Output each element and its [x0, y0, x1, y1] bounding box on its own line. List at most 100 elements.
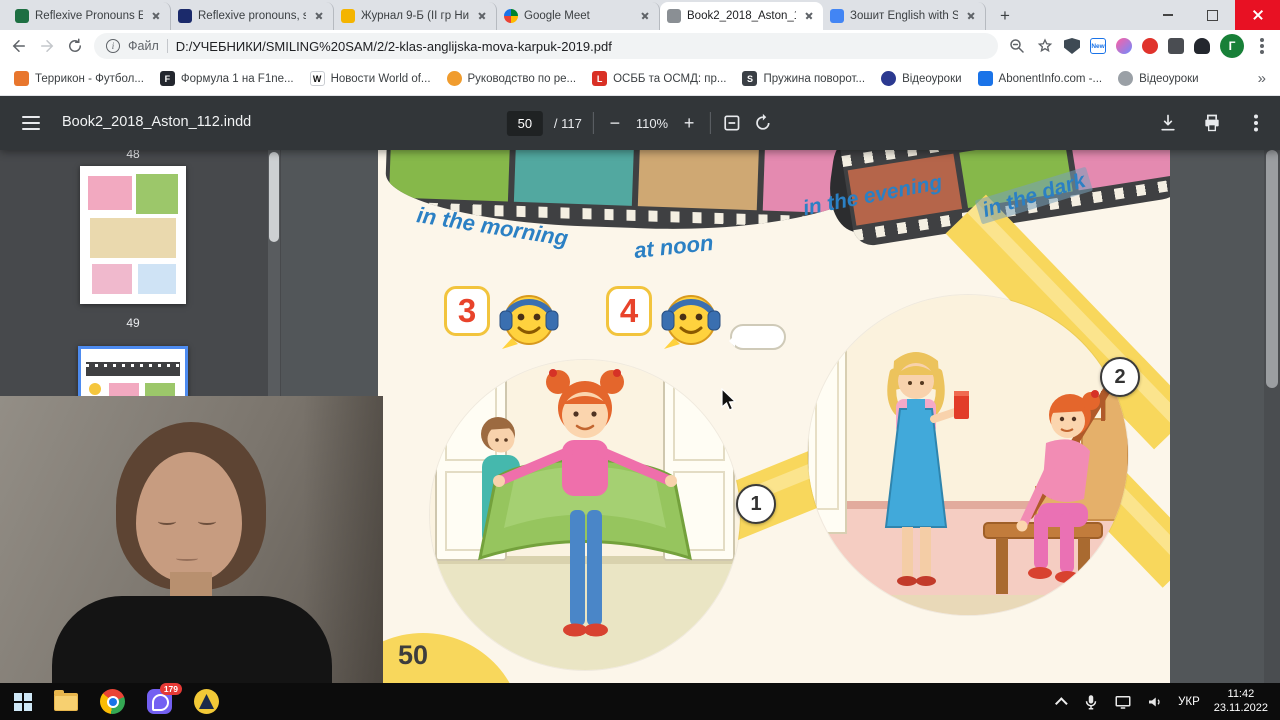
forward-icon[interactable]: [38, 37, 56, 55]
windows-taskbar: 179 УКР 11:42 23.11.2022: [0, 683, 1280, 720]
sidebar-scrollbar-thumb[interactable]: [269, 152, 279, 242]
yellow-app-icon[interactable]: [194, 689, 219, 714]
bookmark-item[interactable]: L ОСББ та ОСМД: пр...: [592, 71, 726, 86]
bookmark-item[interactable]: AbonentInfo.com -...: [977, 71, 1102, 86]
zoom-level-label[interactable]: 110%: [636, 116, 668, 131]
toolbar-divider: [592, 112, 594, 134]
bookmark-label: Відеоуроки: [1139, 72, 1199, 85]
bookmark-item[interactable]: W Новости World of...: [309, 71, 431, 86]
extensions-puzzle-icon[interactable]: [1168, 38, 1184, 54]
bookmarks-overflow-icon[interactable]: »: [1258, 70, 1266, 87]
chrome-icon[interactable]: [100, 689, 125, 714]
taskbar-clock[interactable]: 11:42 23.11.2022: [1214, 688, 1268, 716]
bookmark-label: Формула 1 на F1ne...: [180, 72, 294, 85]
back-icon[interactable]: [10, 37, 28, 55]
pdf-toolbar: Book2_2018_Aston_112.indd 50 / 117 − 110…: [0, 96, 1280, 150]
extension-new-icon[interactable]: New: [1090, 38, 1106, 54]
tab-close-icon[interactable]: [638, 9, 652, 23]
tab-close-icon[interactable]: [964, 9, 978, 23]
tab-close-icon[interactable]: [802, 9, 816, 23]
tab-label: Журнал 9-Б (ІІ гр Ни: [361, 10, 469, 22]
language-indicator[interactable]: УКР: [1178, 696, 1200, 708]
system-tray: УКР 11:42 23.11.2022: [1055, 688, 1280, 716]
zoom-out-button[interactable]: −: [605, 113, 625, 134]
bookmark-item[interactable]: S Пружина поворот...: [742, 71, 865, 86]
exercise-4-number: 4: [606, 286, 652, 336]
window-controls: [1145, 0, 1280, 30]
extension-shield-icon[interactable]: [1064, 38, 1080, 54]
network-icon[interactable]: [1114, 693, 1132, 711]
bookmarks-bar: Террикон - Футбол... F Формула 1 на F1ne.…: [0, 62, 1280, 96]
volume-icon[interactable]: [1146, 693, 1164, 711]
tab-strip: Reflexive Pronouns Ex Reflexive pronouns…: [0, 0, 1280, 30]
start-button[interactable]: [14, 692, 32, 711]
bookmark-star-icon[interactable]: [1036, 37, 1054, 55]
bookmark-favicon: L: [592, 71, 608, 86]
screen: Reflexive Pronouns Ex Reflexive pronouns…: [0, 0, 1280, 720]
extension-pink-icon[interactable]: [1116, 38, 1132, 54]
bookmark-label: Відеоуроки: [902, 72, 962, 85]
pdf-viewer: in the morning at noon in the evening in…: [281, 150, 1280, 683]
bookmark-label: Новости World of...: [330, 72, 431, 85]
browser-menu-icon[interactable]: [1260, 44, 1264, 48]
tab-book2-pdf-active[interactable]: Book2_2018_Aston_1: [660, 2, 823, 30]
window-close-button[interactable]: [1235, 0, 1280, 30]
toolbar-divider: [710, 112, 712, 134]
tab-reflexive-pronouns-ex[interactable]: Reflexive Pronouns Ex: [8, 2, 171, 30]
listening-smiley-icon: [499, 295, 559, 349]
tab-zoshyt-english[interactable]: Зошит English with S: [823, 2, 986, 30]
bookmark-item[interactable]: Відеоуроки: [1118, 71, 1199, 86]
new-tab-button[interactable]: +: [992, 3, 1018, 29]
taskbar-apps: 179: [0, 683, 219, 714]
notification-badge: 179: [159, 683, 182, 695]
pdf-scrollbar[interactable]: [1264, 150, 1280, 683]
url-scheme-label: Файл: [128, 39, 159, 53]
tab-close-icon[interactable]: [475, 9, 489, 23]
extension-person-icon[interactable]: [1194, 38, 1210, 54]
download-icon[interactable]: [1158, 113, 1178, 133]
tab-label: Google Meet: [524, 10, 590, 22]
tab-zhurnal[interactable]: Журнал 9-Б (ІІ гр Ни: [334, 2, 497, 30]
bookmark-favicon: [1118, 71, 1134, 86]
microphone-icon[interactable]: [1082, 693, 1100, 711]
tab-google-meet[interactable]: Google Meet: [497, 2, 660, 30]
messenger-app-icon[interactable]: 179: [147, 683, 182, 714]
webcam-person-body: [52, 596, 332, 683]
scene-2-girl-shoes-illustration: [808, 295, 1128, 615]
pdf-scrollbar-thumb[interactable]: [1266, 150, 1278, 388]
thumbnail-label-49: 49: [126, 316, 140, 330]
file-explorer-icon[interactable]: [54, 689, 78, 711]
window-maximize-button[interactable]: [1190, 0, 1235, 30]
page-number-input[interactable]: 50: [506, 110, 543, 136]
pdf-more-options-icon[interactable]: [1254, 121, 1258, 125]
tab-close-icon[interactable]: [312, 9, 326, 23]
tab-close-icon[interactable]: [149, 9, 163, 23]
extension-red-icon[interactable]: [1142, 38, 1158, 54]
tab-favicon: [15, 9, 29, 23]
reload-icon[interactable]: [66, 37, 84, 55]
zoom-in-button[interactable]: +: [679, 113, 699, 134]
url-field[interactable]: i Файл D:/УЧЕБНИКИ/SMILING%20SAM/2/2-kla…: [94, 33, 998, 59]
bookmark-label: Террикон - Футбол...: [35, 72, 144, 85]
window-minimize-button[interactable]: [1145, 0, 1190, 30]
pdf-menu-icon[interactable]: [22, 116, 40, 130]
bookmark-item[interactable]: Террикон - Футбол...: [14, 71, 144, 86]
print-icon[interactable]: [1202, 113, 1222, 133]
bookmark-item[interactable]: Руководство по ре...: [446, 71, 576, 86]
zoom-indicator-icon[interactable]: [1008, 37, 1026, 55]
address-bar-actions: New Г: [1008, 34, 1270, 58]
file-info-icon[interactable]: i: [106, 39, 120, 53]
tab-favicon: [341, 9, 355, 23]
thumbnail-page-49[interactable]: [80, 166, 186, 304]
bookmark-favicon: W: [309, 71, 325, 86]
bookmark-item[interactable]: Відеоуроки: [881, 71, 962, 86]
tray-expand-icon[interactable]: [1055, 697, 1068, 710]
fit-to-page-icon[interactable]: [722, 113, 742, 133]
bookmark-label: ОСББ та ОСМД: пр...: [613, 72, 727, 85]
profile-avatar[interactable]: Г: [1220, 34, 1244, 58]
bookmark-item[interactable]: F Формула 1 на F1ne...: [159, 71, 294, 86]
pdf-action-buttons: [1158, 96, 1266, 150]
rotate-icon[interactable]: [753, 113, 773, 133]
tab-reflexive-pronouns-se[interactable]: Reflexive pronouns, se: [171, 2, 334, 30]
url-separator: [166, 39, 168, 53]
